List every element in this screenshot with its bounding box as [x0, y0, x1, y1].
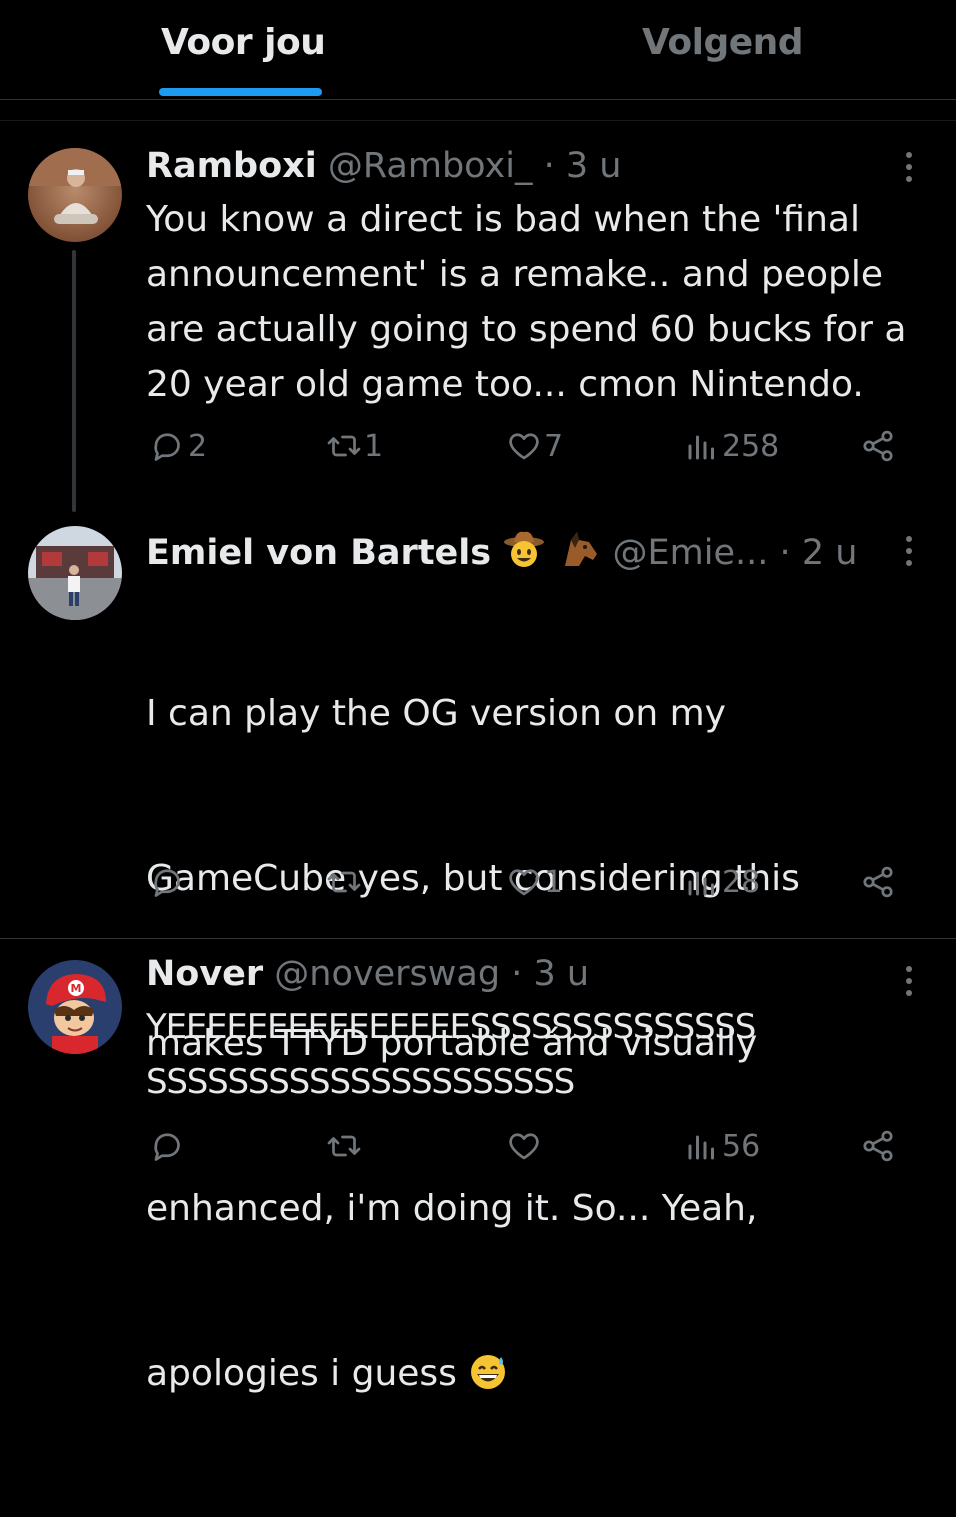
display-name[interactable]: Nover [146, 954, 263, 994]
analytics-icon [688, 1135, 714, 1160]
tweet-header: Nover @noverswag · 3 u [146, 954, 589, 994]
more-options-icon[interactable] [896, 962, 922, 1002]
tweet-text-line: apologies i guess [146, 1346, 936, 1407]
tweet-nover[interactable]: M Nover @noverswag · 3 u YEEEEEEEEEEEEEE… [0, 0, 956, 1200]
grinning-sweat-face-icon [468, 1351, 508, 1407]
timestamp[interactable]: 3 u [533, 954, 589, 994]
heart-icon [509, 1133, 539, 1160]
like-button[interactable] [506, 1128, 544, 1164]
tweet-actions: 56 [0, 1128, 956, 1178]
share-button[interactable] [860, 1128, 896, 1164]
retweet-icon [327, 1135, 361, 1157]
reply-icon [154, 1133, 180, 1161]
tweet-text-segment: apologies i guess [146, 1353, 457, 1394]
svg-text:M: M [71, 982, 82, 995]
views-button[interactable]: 56 [684, 1128, 760, 1164]
view-count: 56 [722, 1128, 761, 1164]
reply-button[interactable] [150, 1128, 188, 1164]
avatar[interactable]: M [28, 960, 122, 1054]
separator-dot: · [511, 954, 523, 994]
share-icon [863, 1130, 893, 1162]
retweet-button[interactable] [326, 1128, 364, 1164]
tweet-text: YEEEEEEEEEEEEEEESSSSSSSSSSSSSS SSSSSSSSS… [146, 1007, 756, 1102]
user-handle[interactable]: @noverswag [274, 954, 500, 994]
